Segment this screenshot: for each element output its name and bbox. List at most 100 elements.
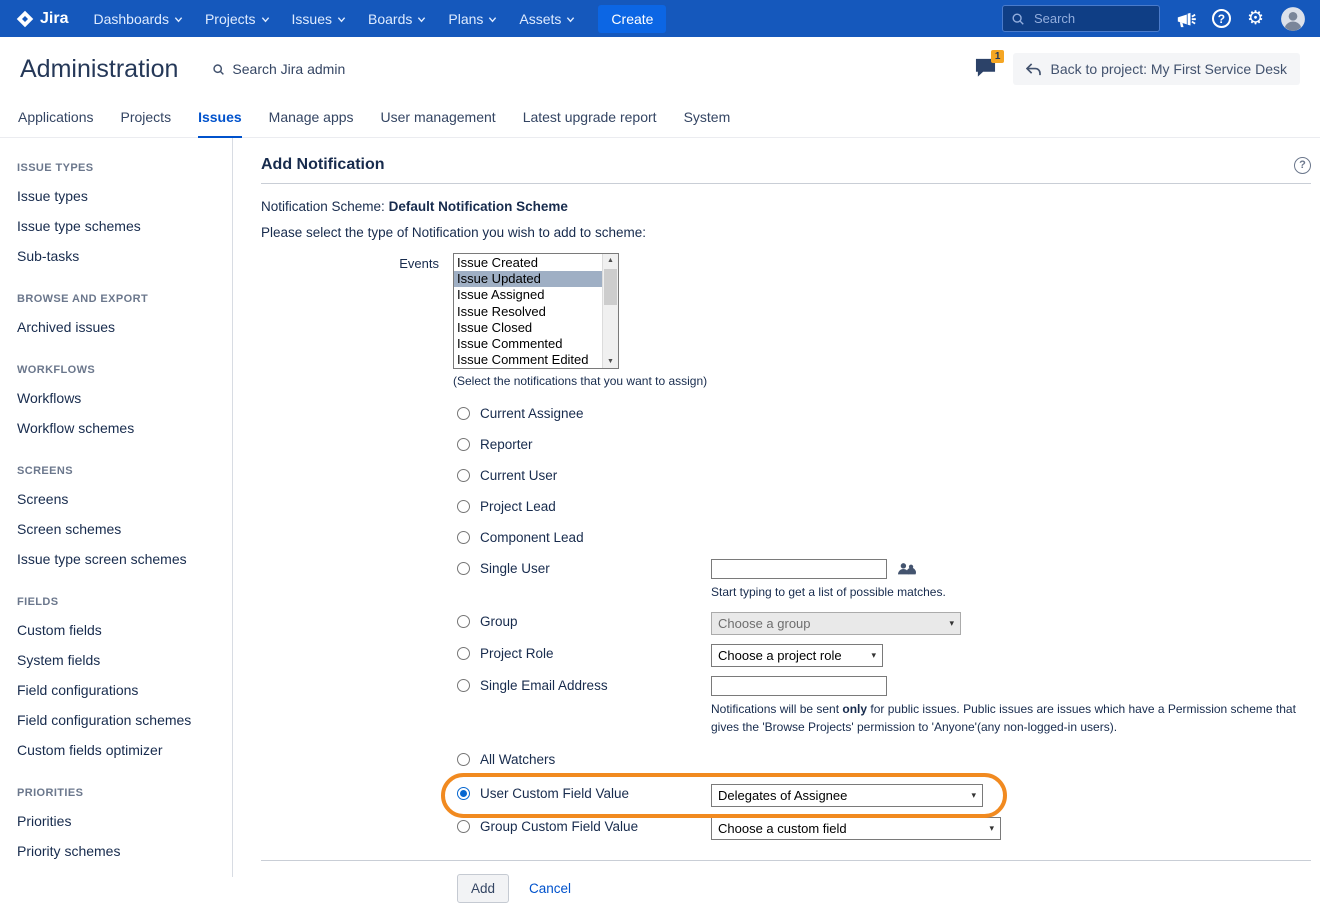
nav-item-dashboards[interactable]: Dashboards [82, 0, 194, 37]
listbox-option[interactable]: Issue Commented [454, 336, 602, 352]
user-custom-field-select[interactable]: Delegates of Assignee ▾ [711, 784, 983, 807]
form-divider [261, 860, 1311, 861]
back-to-project-button[interactable]: Back to project: My First Service Desk [1013, 53, 1300, 85]
radio-reporter[interactable]: Reporter [457, 435, 711, 452]
create-button[interactable]: Create [598, 5, 666, 33]
tab-applications[interactable]: Applications [18, 101, 94, 137]
group-custom-field-select[interactable]: Choose a custom field ▾ [711, 817, 1001, 840]
radio-current-user[interactable]: Current User [457, 466, 711, 483]
group-select[interactable]: Choose a group ▾ [711, 612, 961, 635]
listbox-option[interactable]: Issue Assigned [454, 287, 602, 303]
sidebar-item-archived-issues[interactable]: Archived issues [17, 312, 224, 342]
tab-system[interactable]: System [684, 101, 731, 137]
sidebar-item-issue-type-screen-schemes[interactable]: Issue type screen schemes [17, 544, 224, 574]
radio-all-watchers[interactable]: All Watchers [457, 750, 711, 767]
nav-item-plans[interactable]: Plans [437, 0, 508, 37]
listbox-option[interactable]: Issue Closed [454, 320, 602, 336]
radio-current-assignee[interactable]: Current Assignee [457, 404, 711, 421]
sidebar-item-screen-schemes[interactable]: Screen schemes [17, 514, 224, 544]
nav-item-projects[interactable]: Projects [194, 0, 281, 37]
select-arrow-icon: ▾ [971, 790, 976, 801]
sidebar-item-system-fields[interactable]: System fields [17, 645, 224, 675]
radio-user-custom-field-value[interactable]: User Custom Field Value [457, 784, 711, 801]
sidebar-item-custom-fields-optimizer[interactable]: Custom fields optimizer [17, 735, 224, 765]
chevron-down-icon [174, 11, 183, 27]
scrollbar-thumb[interactable] [604, 269, 617, 305]
nav-item-label: Dashboards [93, 11, 169, 27]
sidebar-item-screens[interactable]: Screens [17, 484, 224, 514]
sidebar-item-custom-fields[interactable]: Custom fields [17, 615, 224, 645]
announcement-icon[interactable] [1176, 10, 1196, 28]
radio-button[interactable] [457, 469, 470, 482]
sidebar-item-field-configurations[interactable]: Field configurations [17, 675, 224, 705]
listbox-option[interactable]: Issue Resolved [454, 304, 602, 320]
radio-single-user[interactable]: Single User [457, 559, 711, 576]
radio-project-role[interactable]: Project Role [457, 644, 711, 661]
help-icon[interactable]: ? [1294, 157, 1311, 174]
project-role-select[interactable]: Choose a project role ▾ [711, 644, 883, 667]
nav-item-boards[interactable]: Boards [357, 0, 437, 37]
radio-group-custom-field-value[interactable]: Group Custom Field Value [457, 817, 711, 834]
search-input[interactable] [1032, 10, 1150, 27]
scroll-down-icon[interactable]: ▼ [603, 358, 618, 365]
back-button-label: Back to project: My First Service Desk [1050, 61, 1287, 77]
cancel-link[interactable]: Cancel [529, 881, 571, 896]
radio-button[interactable] [457, 562, 470, 575]
nav-item-assets[interactable]: Assets [508, 0, 586, 37]
sidebar-item-field-configuration-schemes[interactable]: Field configuration schemes [17, 705, 224, 735]
listbox-option[interactable]: Issue Comment Edited [454, 352, 602, 368]
radio-button[interactable] [457, 820, 470, 833]
listbox-scrollbar[interactable]: ▲ ▼ [602, 254, 618, 368]
chevron-down-icon [261, 11, 270, 27]
radio-button[interactable] [457, 615, 470, 628]
scroll-up-icon[interactable]: ▲ [603, 257, 618, 264]
gear-glyph: ⚙ [1247, 9, 1264, 28]
user-picker-icon[interactable] [898, 564, 916, 579]
nav-item-issues[interactable]: Issues [281, 0, 357, 37]
email-note: Notifications will be sent only for publ… [711, 700, 1311, 736]
events-listbox[interactable]: Issue Created Issue Updated Issue Assign… [453, 253, 619, 369]
nav-item-label: Plans [448, 11, 483, 27]
sidebar-item-priority-schemes[interactable]: Priority schemes [17, 836, 224, 866]
listbox-option-selected[interactable]: Issue Updated [454, 271, 602, 287]
sidebar-item-issue-types[interactable]: Issue types [17, 181, 224, 211]
radio-group[interactable]: Group [457, 612, 711, 629]
radio-project-lead[interactable]: Project Lead [457, 497, 711, 514]
tab-user-management[interactable]: User management [381, 101, 496, 137]
sidebar-item-priorities[interactable]: Priorities [17, 806, 224, 836]
sidebar-heading-issue-types: ISSUE TYPES [17, 162, 224, 174]
radio-button[interactable] [457, 407, 470, 420]
radio-component-lead[interactable]: Component Lead [457, 528, 711, 545]
tab-latest-upgrade-report[interactable]: Latest upgrade report [523, 101, 657, 137]
radio-button[interactable] [457, 753, 470, 766]
sidebar-item-workflow-schemes[interactable]: Workflow schemes [17, 413, 224, 443]
radio-single-email-address[interactable]: Single Email Address [457, 676, 711, 693]
gear-icon[interactable]: ⚙ [1247, 9, 1264, 28]
tab-issues[interactable]: Issues [198, 101, 242, 138]
add-button[interactable]: Add [457, 874, 509, 903]
radio-button[interactable] [457, 438, 470, 451]
tab-manage-apps[interactable]: Manage apps [269, 101, 354, 137]
navbar-search[interactable] [1002, 5, 1160, 32]
jira-logo[interactable]: Jira [14, 10, 82, 28]
listbox-option[interactable]: Issue Created [454, 255, 602, 271]
single-email-input[interactable] [711, 676, 887, 696]
radio-button[interactable] [457, 647, 470, 660]
sidebar-item-issue-type-schemes[interactable]: Issue type schemes [17, 211, 224, 241]
feedback-icon[interactable]: 1 [974, 57, 997, 81]
radio-row-single-user: Single User Start typing to get a list o… [457, 559, 1311, 599]
avatar[interactable] [1280, 6, 1306, 32]
single-user-input[interactable] [711, 559, 887, 579]
radio-button[interactable] [457, 679, 470, 692]
radio-button-checked[interactable] [457, 787, 470, 800]
sidebar-item-sub-tasks[interactable]: Sub-tasks [17, 241, 224, 271]
chevron-down-icon [337, 11, 346, 27]
radio-button[interactable] [457, 500, 470, 513]
help-icon[interactable]: ? [1212, 9, 1231, 28]
admin-search[interactable]: Search Jira admin [212, 61, 345, 77]
radio-row-user-custom-field-value: User Custom Field Value Delegates of Ass… [457, 784, 1311, 807]
radio-button[interactable] [457, 531, 470, 544]
intro-text: Please select the type of Notification y… [261, 225, 1311, 240]
sidebar-item-workflows[interactable]: Workflows [17, 383, 224, 413]
tab-projects[interactable]: Projects [121, 101, 172, 137]
